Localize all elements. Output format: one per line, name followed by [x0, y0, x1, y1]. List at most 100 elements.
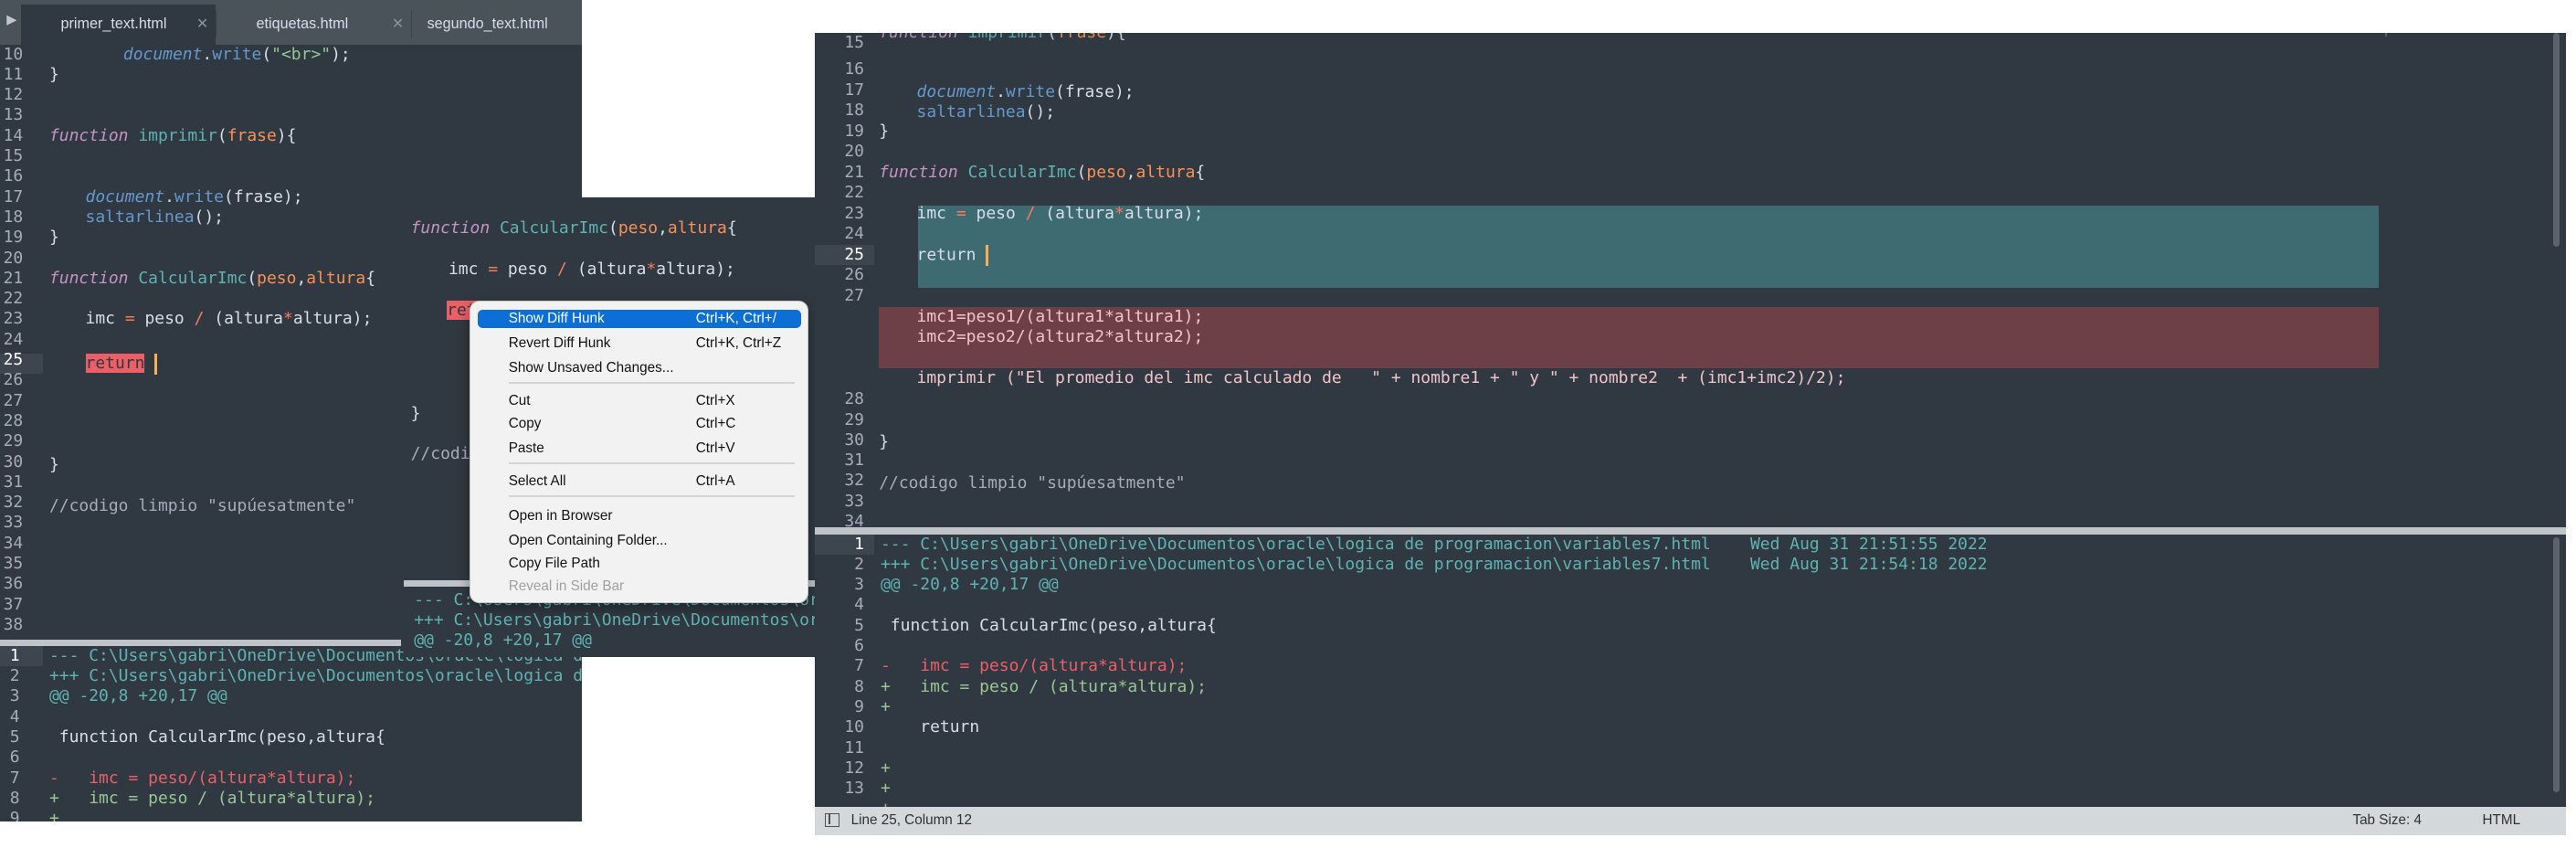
line-number: 27 — [3, 390, 24, 410]
code-line-imc: imc = peso / (altura*altura); — [448, 260, 735, 280]
line-number: 23 — [844, 204, 864, 223]
cursor-position[interactable]: Line 25, Column 12 — [851, 807, 972, 835]
menu-item-paste[interactable]: Paste Ctrl+V — [478, 440, 801, 458]
menu-separator — [508, 462, 795, 465]
diff-added-line: + imc = peso / (altura*altura); — [48, 788, 375, 808]
menu-separator — [508, 495, 795, 498]
diff-added-line: + — [880, 779, 891, 799]
line-number: 30 — [844, 429, 864, 450]
menu-item-cut[interactable]: Cut Ctrl+X — [478, 392, 801, 410]
line-number: 33 — [3, 513, 24, 533]
diff-hunk-header: @@ -20,8 +20,17 @@ — [880, 575, 1059, 595]
line-number: 29 — [844, 409, 864, 429]
line-number: 20 — [3, 248, 24, 268]
context-menu: Show Diff Hunk Ctrl+K, Ctrl+/ Revert Diff … — [470, 301, 809, 604]
line-number: 25 — [844, 244, 864, 264]
removed-line-imc2: imc2=peso2/(altura2*altura2); — [916, 326, 1204, 346]
code-line-21: function CalcularImc(peso,altura{ — [48, 268, 376, 288]
syntax-selector[interactable]: HTML — [2483, 807, 2521, 835]
menu-item-open-in-browser[interactable]: Open in Browser — [478, 507, 801, 525]
diff-hunk-header: @@ -20,8 +20,17 @@ — [414, 631, 592, 651]
code-line-19: } — [48, 228, 59, 248]
tab-size[interactable]: Tab Size: 4 — [2352, 807, 2422, 835]
line-number: 7 — [854, 656, 864, 676]
diff-added-line: + — [48, 809, 59, 822]
code-line-30: } — [879, 432, 890, 451]
code-line-25: return — [917, 244, 988, 267]
menu-item-show-diff-hunk[interactable]: Show Diff Hunk Ctrl+K, Ctrl+/ — [477, 310, 801, 328]
tab-segundo-text[interactable]: segundo_text.html — [412, 5, 581, 44]
tab-label: segundo_text.html — [427, 16, 548, 33]
line-number: 16 — [3, 166, 24, 186]
menu-item-label: Copy File Path — [508, 556, 600, 572]
menu-item-reveal-in-side-bar: Reveal in Side Bar — [478, 578, 801, 596]
line-number: 13 — [844, 779, 864, 799]
line-number: 2 — [9, 666, 20, 686]
vertical-scrollbar[interactable] — [2552, 32, 2560, 247]
right-code-area[interactable]: function imprimir(frase){ 15 161718192021… — [815, 33, 2566, 531]
menu-item-select-all[interactable]: Select All Ctrl+A — [478, 472, 801, 491]
right-diff-panel[interactable]: 1 2 3 4 5 6 7 8 9 10 11 12 13 --- C:\Users\gabri\One… — [815, 534, 2566, 818]
menu-item-label: Revert Diff Hunk — [508, 335, 611, 352]
left-diff-panel[interactable]: 123456789 --- C:\Users\gabri\OneDrive\Do… — [0, 645, 582, 822]
line-number: 3 — [9, 686, 20, 706]
tab-bar: ▶ primer_text.html ✕ etiquetas.html ✕ se… — [0, 0, 582, 45]
menu-item-open-containing-folder[interactable]: Open Containing Folder... — [478, 532, 801, 550]
line-number: 24 — [844, 223, 864, 243]
line-number: 31 — [844, 450, 864, 471]
line-number: 8 — [854, 676, 864, 696]
line-number: 7 — [9, 768, 20, 788]
line-number: 32 — [844, 471, 864, 491]
line-number: 5 — [9, 727, 20, 747]
menu-item-copy[interactable]: Copy Ctrl+C — [478, 415, 801, 433]
ruler-mark — [2385, 32, 2388, 37]
line-number: 16 — [844, 58, 864, 79]
menu-item-shortcut: Ctrl+K, Ctrl+/ — [695, 311, 776, 327]
line-number: 34 — [3, 533, 24, 553]
menu-item-label: Show Diff Hunk — [508, 311, 605, 327]
menu-item-show-unsaved-changes[interactable]: Show Unsaved Changes... — [478, 359, 801, 377]
code-line-14-partial: function imprimir(frase){ — [879, 33, 1126, 42]
status-bar: Line 25, Column 12 Tab Size: 4 HTML — [815, 807, 2567, 835]
tab-primer-text[interactable]: primer_text.html ✕ — [21, 5, 216, 45]
close-icon[interactable]: ✕ — [196, 5, 209, 44]
code-comment: //codigo limpio "supúesatmente" — [879, 472, 1186, 493]
code-line-17: document.write(frase); — [85, 186, 303, 207]
line-number: 19 — [844, 122, 864, 142]
code-line-21: function CalcularImc(peso,altura{ — [879, 163, 1206, 183]
menu-item-label: Open Containing Folder... — [508, 532, 668, 548]
diff-splitter[interactable] — [0, 639, 401, 646]
sidebar-toggle-icon[interactable]: ▶ — [6, 13, 16, 27]
diff-header-new: +++ C:\Users\gabri\OneDrive\Documentos\o… — [880, 554, 1988, 574]
line-number: 5 — [854, 615, 864, 635]
close-icon[interactable]: ✕ — [392, 5, 405, 44]
diff-context-line: return — [880, 717, 980, 737]
diff-splitter[interactable] — [815, 527, 2567, 535]
line-number: 37 — [3, 594, 24, 614]
menu-item-revert-diff-hunk[interactable]: Revert Diff Hunk Ctrl+K, Ctrl+Z — [478, 334, 801, 353]
line-number: 15 — [3, 146, 24, 166]
line-number: 31 — [3, 472, 24, 492]
menu-item-copy-file-path[interactable]: Copy File Path — [478, 555, 801, 573]
diff-vertical-scrollbar[interactable] — [2552, 537, 2560, 792]
menu-item-shortcut: Ctrl+C — [695, 416, 736, 432]
line-number: 19 — [3, 228, 24, 248]
diff-header-old: --- C:\Users\gabri\OneDrive\Documentos\o… — [880, 534, 1988, 554]
line-number: 38 — [3, 614, 24, 634]
line-number: 23 — [3, 309, 24, 329]
tab-etiquetas[interactable]: etiquetas.html ✕ — [216, 5, 410, 44]
line-number: 26 — [3, 370, 24, 390]
code-line-18: saltarlinea(); — [85, 207, 224, 227]
line-number: 6 — [854, 636, 864, 655]
code-line-14: function imprimir(frase){ — [48, 125, 297, 145]
menu-item-shortcut: Ctrl+A — [695, 473, 735, 490]
line-number: 17 — [3, 186, 24, 207]
code-line-23: imc = peso / (altura*altura); — [916, 204, 1204, 223]
right-editor-window: function imprimir(frase){ 15161718192021… — [815, 32, 2567, 835]
diff-header-new: +++ C:\Users\gabri\OneDrive\Documentos\o… — [414, 610, 816, 630]
code-line-30: } — [48, 455, 59, 475]
line-number: 8 — [9, 788, 20, 808]
sidebar-panel-icon[interactable] — [824, 813, 839, 827]
menu-item-label: Select All — [508, 473, 566, 490]
line-number: 35 — [3, 554, 24, 574]
